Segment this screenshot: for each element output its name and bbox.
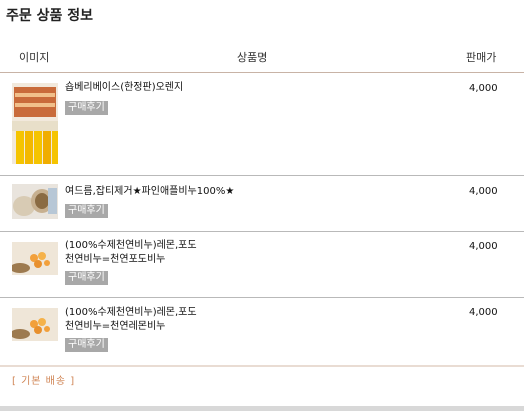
product-thumbnail[interactable] xyxy=(12,308,58,341)
column-header-price: 판매가 xyxy=(466,51,497,64)
table-row: (100%수제천연비누)레몬,포도 천연비누=천연레몬비누 구매후기 4,000 xyxy=(0,298,524,364)
table-row: 숍베리베이스(한정판)오렌지 구매후기 4,000 xyxy=(0,73,524,176)
table-header: 이미지 상품명 판매가 xyxy=(0,42,524,73)
product-thumbnail[interactable] xyxy=(12,242,58,275)
product-price: 4,000 xyxy=(469,241,498,252)
product-thumbnail[interactable] xyxy=(12,83,58,164)
product-name[interactable]: (100%수제천연비누)레몬,포도 천연비누=천연레몬비누 xyxy=(65,306,395,334)
column-header-image: 이미지 xyxy=(19,51,50,64)
review-button[interactable]: 구매후기 xyxy=(65,204,108,218)
shipping-label: [ 기본 배송 ] xyxy=(12,376,76,387)
product-thumbnail[interactable] xyxy=(12,184,58,219)
bottom-divider xyxy=(0,406,524,411)
product-name[interactable]: 여드름,잡티제거★파인애플비누100%★ xyxy=(65,185,395,199)
product-price: 4,000 xyxy=(469,307,498,318)
review-button[interactable]: 구매후기 xyxy=(65,271,108,285)
product-price: 4,000 xyxy=(469,186,498,197)
table-row: (100%수제천연비누)레몬,포도 천연비누=천연포도비누 구매후기 4,000 xyxy=(0,232,524,298)
table-row: 여드름,잡티제거★파인애플비누100%★ 구매후기 4,000 xyxy=(0,176,524,232)
divider xyxy=(0,365,524,367)
product-price: 4,000 xyxy=(469,83,498,94)
product-name[interactable]: (100%수제천연비누)레몬,포도 천연비누=천연포도비누 xyxy=(65,239,395,267)
column-header-name: 상품명 xyxy=(237,51,268,64)
review-button[interactable]: 구매후기 xyxy=(65,101,108,115)
review-button[interactable]: 구매후기 xyxy=(65,338,108,352)
product-name[interactable]: 숍베리베이스(한정판)오렌지 xyxy=(65,81,395,95)
page-title: 주문 상품 정보 xyxy=(6,8,94,24)
